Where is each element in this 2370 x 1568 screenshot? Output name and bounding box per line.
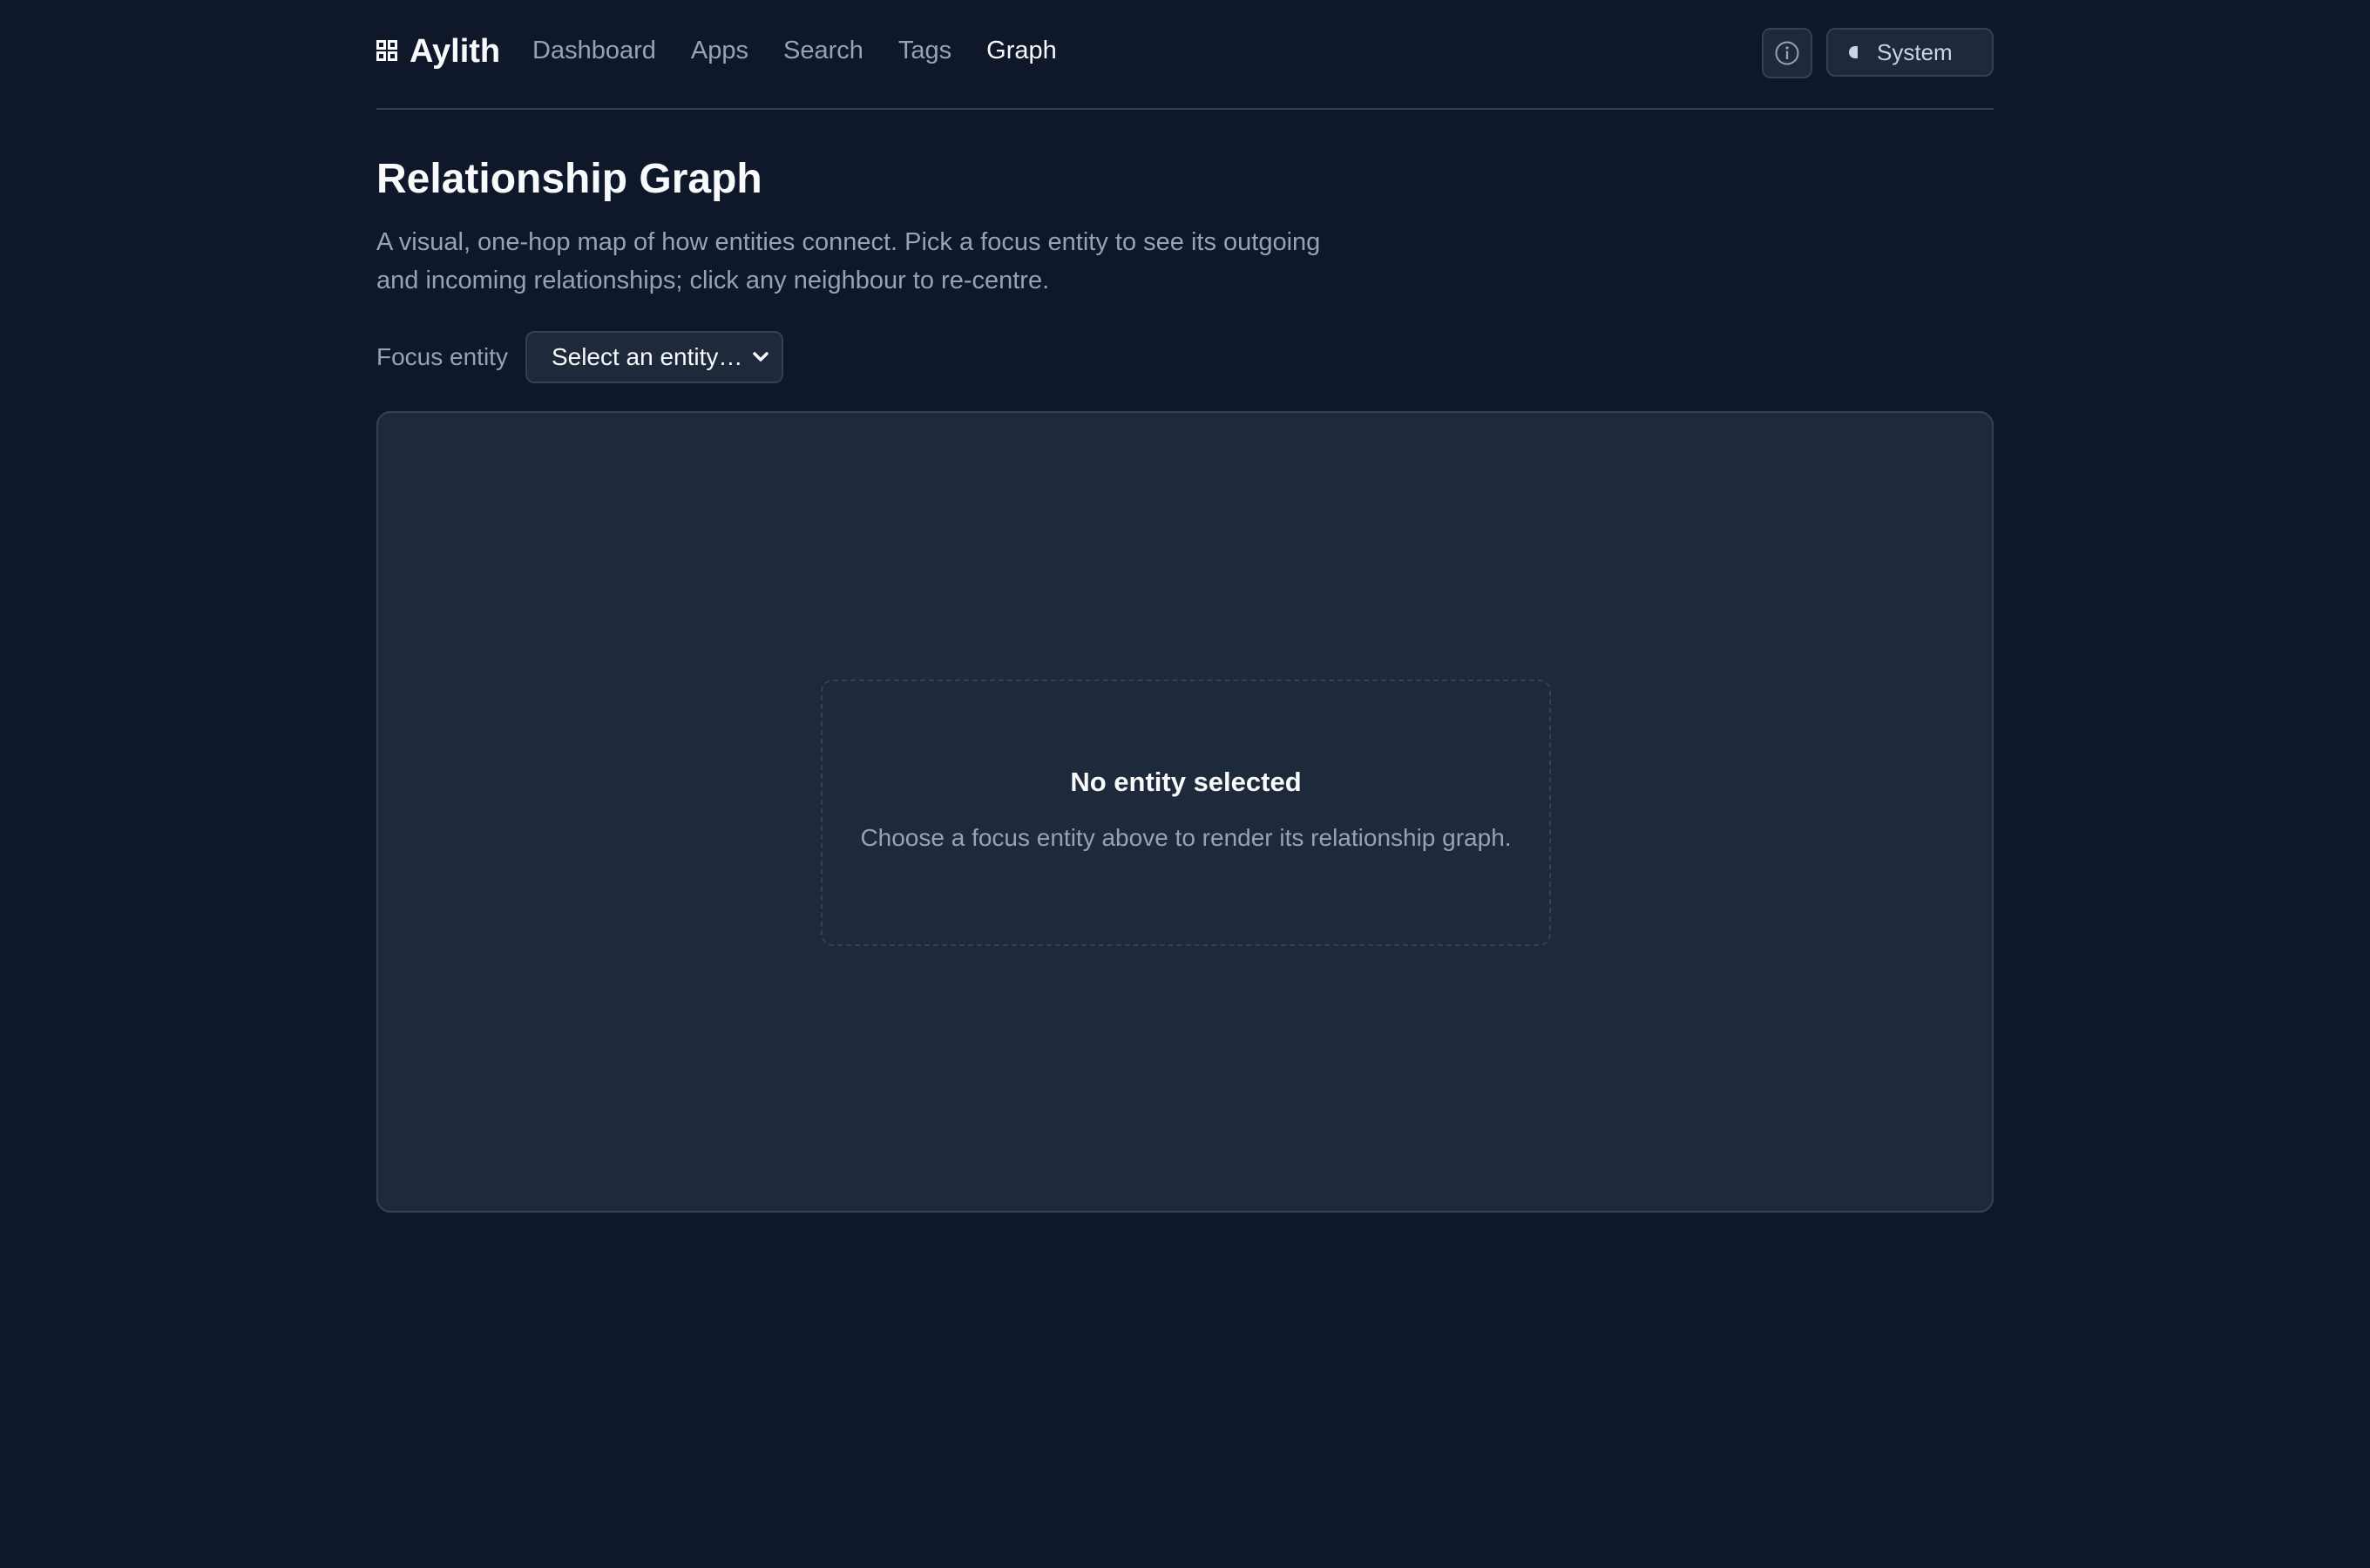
info-circle-icon xyxy=(1775,41,1799,65)
nav-tags[interactable]: Tags xyxy=(898,31,951,70)
focus-entity-select[interactable]: Select an entity… xyxy=(525,331,783,383)
app-container: Aylith Dashboard Apps Search Tags Graph … xyxy=(376,0,1994,1213)
main-nav: Dashboard Apps Search Tags Graph xyxy=(532,31,1057,70)
half-moon-icon xyxy=(1849,46,1858,58)
top-header: Aylith Dashboard Apps Search Tags Graph … xyxy=(376,0,1994,110)
page-title: Relationship Graph xyxy=(376,156,762,202)
focus-entity-selected-value: Select an entity… xyxy=(551,343,743,370)
graph-canvas: No entity selected Choose a focus entity… xyxy=(376,411,1994,1213)
focus-entity-label: Focus entity xyxy=(376,343,508,370)
theme-label: System xyxy=(1877,38,1953,65)
empty-state-title: No entity selected xyxy=(1070,767,1302,797)
nav-search[interactable]: Search xyxy=(783,31,863,70)
nav-graph[interactable]: Graph xyxy=(986,31,1057,70)
nav-apps[interactable]: Apps xyxy=(691,31,748,70)
chevron-down-icon xyxy=(753,352,769,362)
header-actions: System xyxy=(1762,28,1994,78)
info-button[interactable] xyxy=(1762,28,1812,78)
empty-state-description: Choose a focus entity above to render it… xyxy=(860,824,1512,851)
theme-toggle-button[interactable]: System xyxy=(1826,28,1994,77)
page-description: A visual, one-hop map of how entities co… xyxy=(376,228,1321,294)
grid-icon xyxy=(376,38,401,64)
nav-dashboard[interactable]: Dashboard xyxy=(532,31,656,70)
focus-entity-row: Focus entity Select an entity… xyxy=(376,331,783,383)
brand-name: Aylith xyxy=(410,32,501,70)
empty-state: No entity selected Choose a focus entity… xyxy=(821,679,1551,946)
brand-logo[interactable]: Aylith xyxy=(376,30,500,73)
